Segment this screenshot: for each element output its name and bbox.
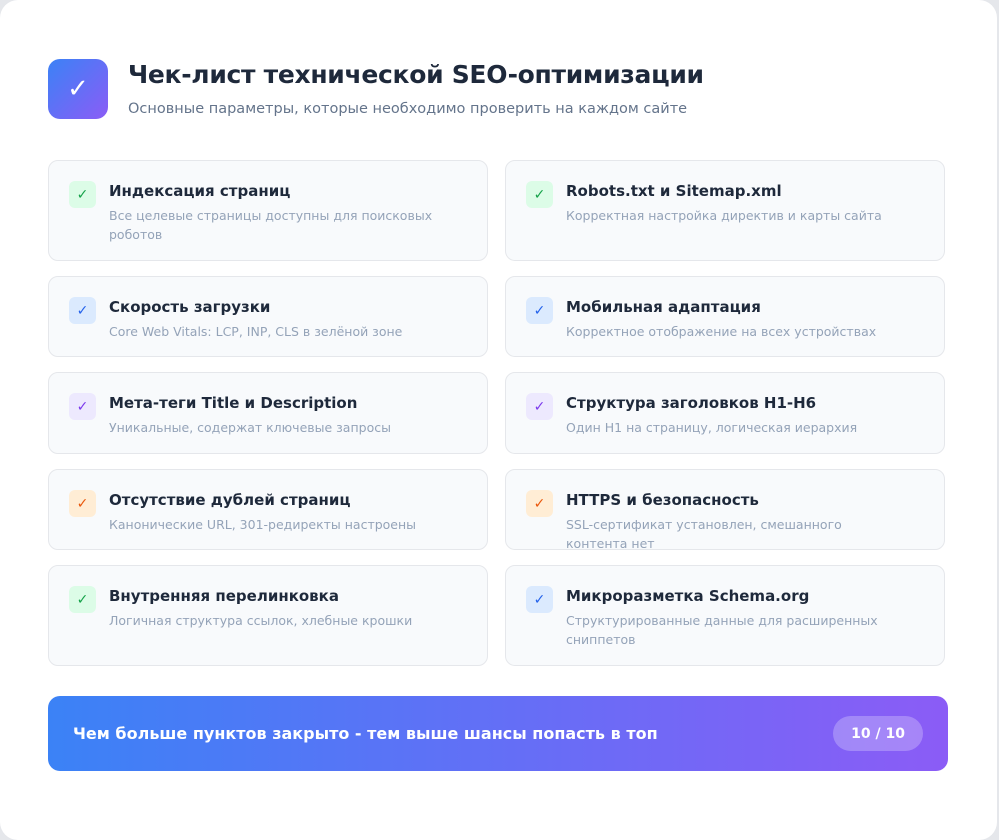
checklist-item: ✓ Мета-теги Title и Description Уникальн… [48,372,488,454]
checklist-item: ✓ Внутренняя перелинковка Логичная струк… [48,565,488,666]
checklist-item: ✓ Структура заголовков H1-H6 Один H1 на … [505,372,945,454]
checklist-item: ✓ Robots.txt и Sitemap.xml Корректная на… [505,160,945,261]
checklist-item-title: Отсутствие дублей страниц [109,491,351,509]
checklist-item-description: Все целевые страницы доступны для поиско… [109,208,433,242]
checkmark-icon: ✓ [526,297,553,324]
checkmark-icon: ✓ [69,490,96,517]
checklist-item-title: Мета-теги Title и Description [109,394,358,412]
checkmark-icon: ✓ [69,181,96,208]
checkmark-icon: ✓ [69,297,96,324]
checkmark-icon: ✓ [526,586,553,613]
checklist-card: ✓ Чек-лист технической SEO-оптимизации О… [0,0,997,840]
checklist-item-title: HTTPS и безопасность [566,491,759,509]
banner-text: Чем больше пунктов закрыто - тем выше ша… [73,724,658,743]
checklist-item-description: Один H1 на страницу, логическая иерархия [566,420,858,435]
checklist-item-description: Логичная структура ссылок, хлебные крошк… [109,613,413,628]
checklist-item: ✓ Мобильная адаптация Корректное отображ… [505,276,945,357]
summary-banner: Чем больше пунктов закрыто - тем выше ша… [48,696,948,771]
checklist-item-title: Структура заголовков H1-H6 [566,394,817,412]
checklist-item-description: Корректное отображение на всех устройств… [566,324,877,339]
checklist-item: ✓ Микроразметка Schema.org Структурирова… [505,565,945,666]
page-subtitle: Основные параметры, которые необходимо п… [128,101,688,117]
checkmark-icon: ✓ [526,181,553,208]
checklist-item-description: SSL-сертификат установлен, смешанного ко… [566,517,842,551]
score-badge: 10 / 10 [833,716,923,751]
checkmark-icon: ✓ [526,490,553,517]
checklist-item-title: Мобильная адаптация [566,298,761,316]
checklist-item-title: Robots.txt и Sitemap.xml [566,182,782,200]
checklist-item-title: Микроразметка Schema.org [566,587,810,605]
checkmark-icon: ✓ [526,393,553,420]
checkmark-logo-icon: ✓ [48,59,108,119]
checklist-item: ✓ Отсутствие дублей страниц Канонические… [48,469,488,550]
checklist-item-description: Структурированные данные для расширенных… [566,613,878,647]
checkmark-icon: ✓ [69,586,96,613]
checklist-item-description: Канонические URL, 301-редиректы настроен… [109,517,417,532]
checklist-item-title: Индексация страниц [109,182,291,200]
checklist-item-description: Корректная настройка директив и карты са… [566,208,882,223]
checklist-item-title: Внутренняя перелинковка [109,587,339,605]
header: ✓ Чек-лист технической SEO-оптимизации О… [48,59,948,129]
checklist-item-title: Скорость загрузки [109,298,271,316]
checklist-item-description: Core Web Vitals: LCP, INP, CLS в зелёной… [109,324,403,339]
page-title: Чек-лист технической SEO-оптимизации [128,60,704,89]
checklist-item: ✓ HTTPS и безопасность SSL-сертификат ус… [505,469,945,551]
checklist-item: ✓ Индексация страниц Все целевые страниц… [48,160,488,261]
checklist-item-description: Уникальные, содержат ключевые запросы [109,420,391,435]
checkmark-icon: ✓ [69,393,96,420]
checklist-item: ✓ Скорость загрузки Core Web Vitals: LCP… [48,276,488,357]
